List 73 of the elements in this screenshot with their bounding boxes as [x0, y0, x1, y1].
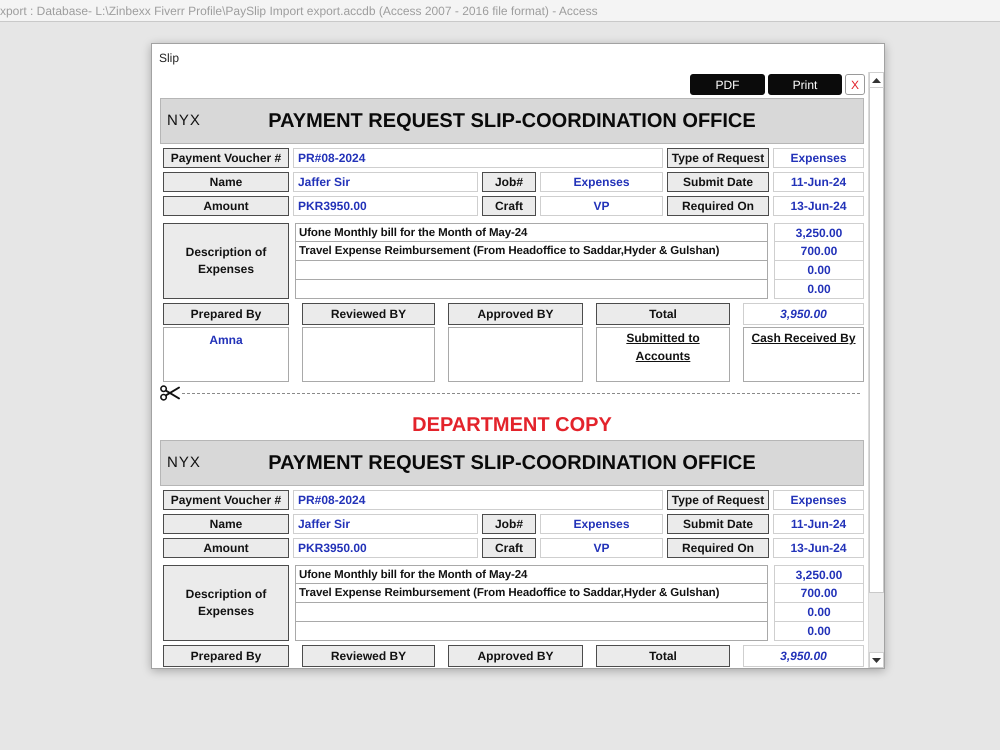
field-value: Jaffer Sir	[293, 172, 478, 192]
field-value: 11-Jun-24	[773, 172, 864, 192]
field-label: Approved BY	[448, 645, 583, 667]
field-label: Approved BY	[448, 303, 583, 325]
field-label: Prepared By	[163, 303, 289, 325]
field-label: Name	[163, 514, 289, 534]
field-label: Name	[163, 172, 289, 192]
field-label: Job#	[482, 172, 536, 192]
field-label: Description of Expenses	[163, 223, 289, 299]
signature-caption: Cash Received By	[751, 330, 856, 347]
field-value: Expenses	[773, 490, 864, 510]
field-label: Reviewed BY	[302, 645, 435, 667]
scroll-down-button[interactable]	[869, 652, 884, 668]
field-value: 13-Jun-24	[773, 196, 864, 216]
amount-value: 0.00	[774, 603, 864, 622]
field-label: Type of Request	[667, 490, 769, 510]
dialog-title: Slip	[159, 51, 180, 65]
logo: NYX	[167, 113, 201, 129]
amount-value: 3,250.00	[774, 565, 864, 584]
slip-title: PAYMENT REQUEST SLIP-COORDINATION OFFICE	[268, 109, 756, 133]
amount-value: 700.00	[774, 584, 864, 603]
field-label: Payment Voucher #	[163, 490, 289, 510]
close-button[interactable]: X	[845, 74, 865, 95]
scroll-up-button[interactable]	[869, 72, 884, 88]
scissors-icon	[160, 385, 180, 401]
field-label: Reviewed BY	[302, 303, 435, 325]
field-value: Expenses	[773, 148, 864, 168]
field-label: Type of Request	[667, 148, 769, 168]
field-label: Craft	[482, 196, 536, 216]
signature-caption: Submitted to Accounts	[625, 330, 701, 365]
field-value: PR#08-2024	[293, 148, 663, 168]
total-value: 3,950.00	[743, 645, 864, 667]
field-label: Amount	[163, 196, 289, 216]
slip-title: PAYMENT REQUEST SLIP-COORDINATION OFFICE	[268, 451, 756, 475]
field-value: 11-Jun-24	[773, 514, 864, 534]
field-label: Total	[596, 303, 730, 325]
field-label: Total	[596, 645, 730, 667]
amount-value: 0.00	[774, 261, 864, 280]
field-label: Craft	[482, 538, 536, 558]
field-label: Description of Expenses	[163, 565, 289, 641]
scrollbar-thumb[interactable]	[869, 88, 884, 593]
description-line: Travel Expense Reimbursement (From Headoffice to Saddar,Hyder & Gulshan)	[295, 584, 768, 603]
amount-value: 700.00	[774, 242, 864, 261]
preparer-name: Amna	[209, 333, 243, 347]
app-title: xport : Database- L:\Zinbexx Fiverr Profile\PaySlip Import export.accdb (Access 2007 - 2016 file format) - Access	[0, 4, 598, 18]
field-value: PKR3950.00	[293, 538, 478, 558]
field-value: Expenses	[540, 514, 663, 534]
field-label: Payment Voucher #	[163, 148, 289, 168]
field-label: Prepared By	[163, 645, 289, 667]
caret-down-icon	[872, 658, 881, 662]
field-value: PKR3950.00	[293, 196, 478, 216]
field-label: Amount	[163, 538, 289, 558]
print-button[interactable]: Print	[768, 74, 842, 95]
amount-value: 0.00	[774, 280, 864, 299]
description-line: Travel Expense Reimbursement (From Headoffice to Saddar,Hyder & Gulshan)	[295, 242, 768, 261]
field-label: Required On	[667, 538, 769, 558]
field-value: VP	[540, 538, 663, 558]
logo: NYX	[167, 455, 201, 471]
pdf-button[interactable]: PDF	[690, 74, 765, 95]
amount-value: 0.00	[774, 622, 864, 641]
amount-value: 3,250.00	[774, 223, 864, 242]
field-label: Job#	[482, 514, 536, 534]
copy-heading: DEPARTMENT COPY	[412, 413, 612, 437]
field-value: 13-Jun-24	[773, 538, 864, 558]
field-label: Submit Date	[667, 172, 769, 192]
caret-up-icon	[872, 78, 881, 82]
field-label: Required On	[667, 196, 769, 216]
field-value: VP	[540, 196, 663, 216]
field-value: Jaffer Sir	[293, 514, 478, 534]
field-label: Submit Date	[667, 514, 769, 534]
field-value: PR#08-2024	[293, 490, 663, 510]
field-value: Expenses	[540, 172, 663, 192]
total-value: 3,950.00	[743, 303, 864, 325]
